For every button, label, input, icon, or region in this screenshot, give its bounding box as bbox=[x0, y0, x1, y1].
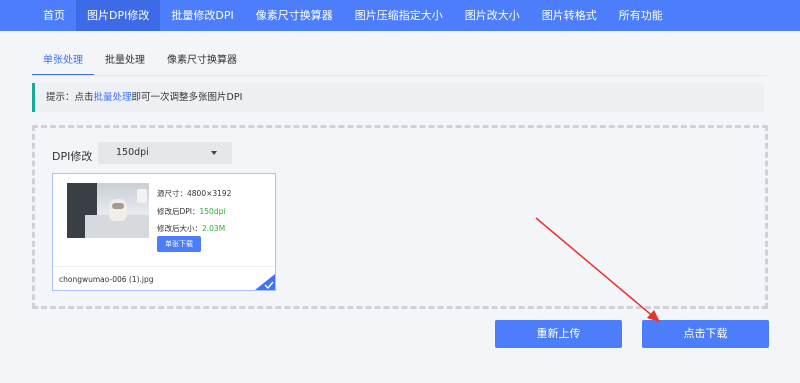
image-info: 源尺寸：4800×3192 修改后DPI：150dpi 修改后大小：2.03M bbox=[157, 185, 231, 238]
dpi-selected-value: 150dpi bbox=[116, 147, 149, 158]
tabs-divider bbox=[32, 75, 767, 76]
tip-batch-link[interactable]: 批量处理 bbox=[94, 92, 132, 103]
original-size-value: 4800×3192 bbox=[187, 189, 232, 198]
check-corner-icon bbox=[255, 274, 275, 290]
original-size-label: 源尺寸： bbox=[157, 189, 187, 198]
new-dpi-label: 修改后DPI： bbox=[157, 206, 200, 216]
caret-down-icon bbox=[211, 151, 217, 155]
new-dpi-value: 150dpi bbox=[199, 206, 226, 216]
nav-item-format[interactable]: 图片转格式 bbox=[531, 0, 608, 31]
tab-pixel-converter[interactable]: 像素尺寸换算器 bbox=[156, 46, 248, 76]
card-divider bbox=[53, 266, 275, 267]
dpi-label: DPI修改 bbox=[52, 150, 93, 163]
nav-item-compress[interactable]: 图片压缩指定大小 bbox=[344, 0, 454, 31]
tip-suffix: 即可一次调整多张图片DPI bbox=[131, 92, 243, 103]
dpi-select[interactable]: 150dpi bbox=[98, 142, 232, 164]
tip-prefix: 提示：点击 bbox=[46, 92, 94, 103]
nav-item-pixel-converter[interactable]: 像素尺寸换算器 bbox=[245, 0, 344, 31]
download-single-button[interactable]: 单张下载 bbox=[157, 236, 201, 252]
nav-item-resize[interactable]: 图片改大小 bbox=[454, 0, 531, 31]
sub-tabs: 单张处理 批量处理 像素尺寸换算器 bbox=[32, 46, 248, 76]
download-button[interactable]: 点击下载 bbox=[642, 320, 769, 348]
reupload-button[interactable]: 重新上传 bbox=[495, 320, 622, 348]
nav-item-all[interactable]: 所有功能 bbox=[608, 0, 674, 31]
nav-item-batch-dpi[interactable]: 批量修改DPI bbox=[160, 0, 244, 31]
top-navigation: 首页 图片DPI修改 批量修改DPI 像素尺寸换算器 图片压缩指定大小 图片改大… bbox=[0, 0, 800, 31]
tip-banner: 提示：点击批量处理即可一次调整多张图片DPI bbox=[32, 83, 764, 112]
nav-item-home[interactable]: 首页 bbox=[32, 0, 76, 31]
tab-batch[interactable]: 批量处理 bbox=[94, 46, 156, 76]
nav-item-image-dpi[interactable]: 图片DPI修改 bbox=[76, 0, 161, 31]
new-size-label: 修改后大小： bbox=[157, 224, 202, 233]
image-card[interactable]: 源尺寸：4800×3192 修改后DPI：150dpi 修改后大小：2.03M … bbox=[52, 173, 276, 291]
tab-single[interactable]: 单张处理 bbox=[32, 46, 94, 76]
new-size-value: 2.03M bbox=[202, 224, 226, 233]
image-thumbnail bbox=[67, 183, 149, 238]
image-filename: chongwumao-006 (1).jpg bbox=[59, 275, 154, 284]
